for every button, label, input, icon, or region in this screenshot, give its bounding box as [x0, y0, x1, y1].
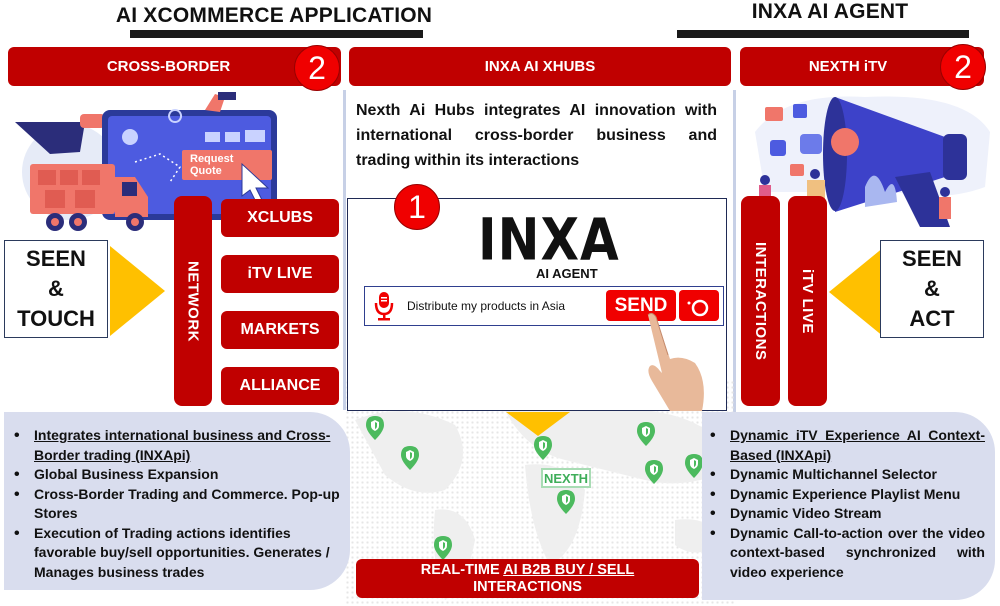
cross-border-feature-list: Integrates international business and Cr…: [12, 426, 340, 582]
hand-pointer-icon: [640, 311, 710, 411]
interactions-pill[interactable]: INTERACTIONS: [741, 196, 780, 406]
arrow-right-triangle: [110, 246, 165, 336]
map-pin-icon[interactable]: [685, 454, 703, 478]
realtime-line-2: INTERACTIONS: [473, 578, 582, 595]
agent-prompt-text: Distribute my products in Asia: [407, 299, 566, 313]
feature-item-text: Dynamic Call-to-action over the video co…: [730, 524, 985, 580]
realtime-b2b-bar[interactable]: REAL-TIME AI B2B BUY / SELL INTERACTIONS: [356, 559, 699, 598]
nexth-map-tag: NEXTH: [541, 468, 591, 488]
feature-item: Dynamic iTV Experience AI Context-Based …: [708, 426, 985, 465]
feature-item: Dynamic Experience Playlist Menu: [708, 485, 985, 505]
feature-item: Dynamic Video Stream: [708, 504, 985, 524]
request-quote-text: Request: [190, 153, 234, 165]
feature-item-text: Dynamic Experience Playlist Menu: [730, 485, 961, 502]
realtime-line-1: REAL-TIME AI B2B BUY / SELL: [421, 562, 635, 579]
feature-item: Dynamic Multichannel Selector: [708, 465, 985, 485]
header-cross-border-label: CROSS-BORDER: [106, 58, 231, 75]
step-badge-center: 1: [394, 184, 440, 230]
arrow-down-triangle: [506, 412, 570, 436]
step-badge-right: 2: [940, 44, 986, 90]
itv-live-label: iTV LIVE: [799, 268, 816, 334]
itv-features-panel: Dynamic iTV Experience AI Context-Based …: [702, 412, 995, 600]
svg-text:Quote: Quote: [190, 165, 222, 177]
map-pin-icon[interactable]: [637, 422, 655, 446]
header-xhubs-label: INXA AI XHUBS: [484, 58, 596, 75]
network-label: NETWORK: [184, 260, 202, 342]
microphone-icon[interactable]: [373, 290, 395, 322]
nexth-itv-illustration: [745, 92, 995, 227]
header-nexth-itv-label: NEXTH iTV: [808, 58, 888, 75]
feature-item-text: Global Business Expansion: [34, 466, 219, 482]
network-item-markets[interactable]: MARKETS: [221, 311, 339, 349]
divider-right: [733, 90, 736, 415]
feature-item: Execution of Trading actions identifies …: [12, 524, 340, 583]
seen-act-line-2: &: [924, 276, 940, 301]
xhubs-intro-text: Nexth Ai Hubs integrates AI innovation w…: [356, 102, 717, 169]
inxa-agent-panel: INXA AI AGENT Distribute my products in …: [347, 198, 727, 411]
network-pill[interactable]: NETWORK: [174, 196, 212, 406]
itv-feature-list: Dynamic iTV Experience AI Context-Based …: [708, 426, 985, 582]
feature-item-text: Dynamic iTV Experience AI Context-Based …: [730, 427, 985, 463]
realtime-prefix: REAL-TIME: [420, 561, 504, 578]
seen-touch-line-3: TOUCH: [17, 306, 95, 331]
title-underline-right: [677, 30, 969, 38]
realtime-underlined: AI B2B BUY / SELL: [503, 561, 635, 578]
network-item-xclubs[interactable]: XCLUBS: [221, 199, 339, 237]
title-underline-left: [130, 30, 423, 38]
feature-item-text: Dynamic Video Stream: [730, 505, 882, 521]
feature-item: Integrates international business and Cr…: [12, 426, 340, 465]
step-badge-left: 2: [294, 45, 340, 91]
divider-left: [343, 90, 346, 410]
itv-live-pill[interactable]: iTV LIVE: [788, 196, 827, 406]
header-cross-border[interactable]: CROSS-BORDER: [8, 47, 341, 86]
feature-item: Global Business Expansion: [12, 465, 340, 485]
cross-border-features-panel: Integrates international business and Cr…: [4, 412, 350, 590]
map-pin-icon[interactable]: [557, 490, 575, 514]
feature-item-text: Integrates international business and Cr…: [34, 427, 331, 463]
map-pin-icon[interactable]: [645, 460, 663, 484]
seen-act-line-1: SEEN: [902, 246, 962, 271]
inxa-logo: INXA: [478, 206, 620, 274]
feature-item-text: Execution of Trading actions identifies …: [34, 524, 330, 580]
feature-item-text: Dynamic Multichannel Selector: [730, 466, 937, 482]
title-ai-xcommerce: AI XCOMMERCE APPLICATION: [115, 4, 433, 27]
seen-act-line-3: ACT: [909, 306, 955, 331]
title-inxa-ai-agent: INXA AI AGENT: [751, 0, 909, 23]
seen-touch-line-2: &: [48, 276, 64, 301]
feature-item-text: Cross-Border Trading and Commerce. Pop-u…: [34, 485, 340, 522]
header-inxa-ai-xhubs[interactable]: INXA AI XHUBS: [349, 47, 731, 86]
inxa-subtitle: AI AGENT: [536, 266, 598, 281]
feature-item: Cross-Border Trading and Commerce. Pop-u…: [12, 485, 340, 524]
seen-touch-box: SEEN & TOUCH: [4, 240, 108, 338]
feature-item: Dynamic Call-to-action over the video co…: [708, 524, 985, 583]
network-item-itv-live[interactable]: iTV LIVE: [221, 255, 339, 293]
map-pin-icon[interactable]: [434, 536, 452, 560]
map-pin-icon[interactable]: [366, 416, 384, 440]
map-pin-icon[interactable]: [401, 446, 419, 470]
interactions-label: INTERACTIONS: [752, 241, 769, 361]
network-item-alliance[interactable]: ALLIANCE: [221, 367, 339, 405]
seen-act-box: SEEN & ACT: [880, 240, 984, 338]
seen-touch-line-1: SEEN: [26, 246, 86, 271]
map-pin-icon[interactable]: [534, 436, 552, 460]
arrow-left-triangle: [829, 247, 884, 337]
